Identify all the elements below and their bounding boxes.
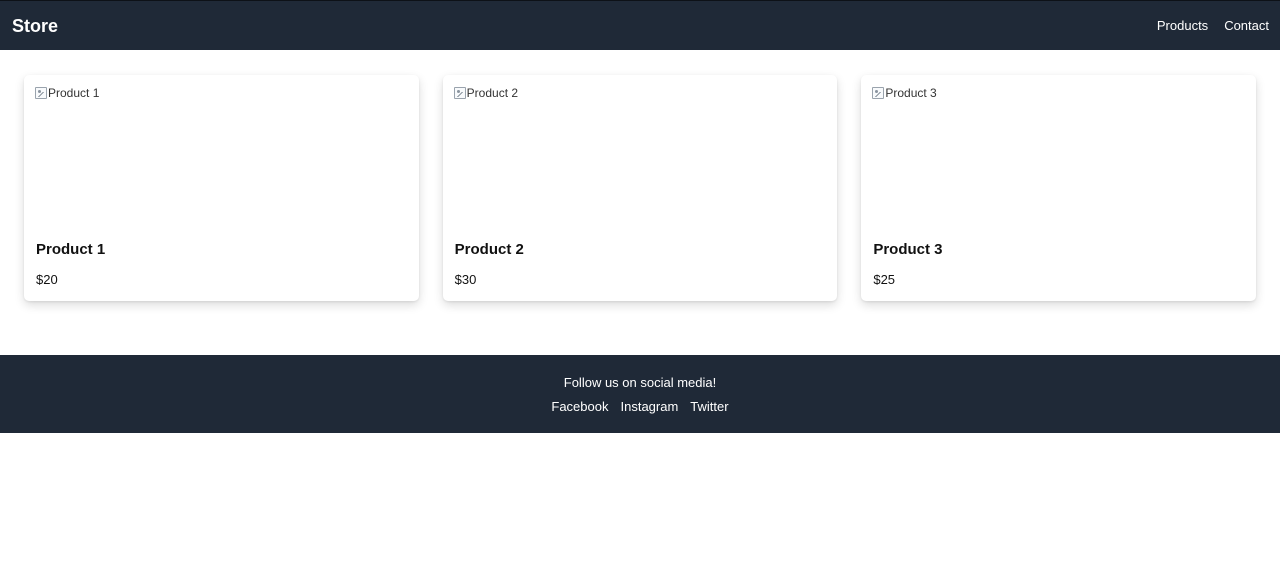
facebook-link[interactable]: Facebook <box>551 399 608 415</box>
site-footer: Follow us on social media! Facebook Inst… <box>0 355 1280 433</box>
product-card[interactable]: Product 1 Product 1 $20 <box>24 75 419 301</box>
social-links: Facebook Instagram Twitter <box>0 399 1280 415</box>
main-nav: Products Contact <box>1157 19 1269 32</box>
product-image-alt-text: Product 2 <box>466 86 519 100</box>
nav-products-link[interactable]: Products <box>1157 19 1208 32</box>
product-price: $25 <box>873 272 896 287</box>
store-logo[interactable]: Store <box>12 17 58 35</box>
product-image-placeholder[interactable]: Product 1 <box>35 86 408 216</box>
twitter-link[interactable]: Twitter <box>690 399 728 415</box>
product-title[interactable]: Product 2 <box>455 241 524 259</box>
site-header: Store Products Contact <box>0 1 1280 50</box>
broken-image-icon <box>453 87 466 99</box>
product-card[interactable]: Product 2 Product 2 $30 <box>442 75 838 301</box>
broken-image-icon <box>872 87 885 99</box>
footer-social-text: Follow us on social media! <box>563 375 717 390</box>
nav-contact-link[interactable]: Contact <box>1224 19 1269 32</box>
broken-image-icon <box>35 87 47 99</box>
product-image-placeholder[interactable]: Product 2 <box>453 86 827 216</box>
product-price: $30 <box>454 272 477 287</box>
product-image-alt-text: Product 1 <box>48 86 100 100</box>
product-title[interactable]: Product 3 <box>873 241 942 259</box>
product-card[interactable]: Product 3 Product 3 $25 <box>861 75 1257 301</box>
product-price: $20 <box>36 272 58 287</box>
instagram-link[interactable]: Instagram <box>620 399 678 415</box>
product-image-placeholder[interactable]: Product 3 <box>872 86 1245 216</box>
product-title[interactable]: Product 1 <box>36 241 105 259</box>
product-grid: Product 1 Product 1 $20 Product 2 Produc… <box>0 50 1280 301</box>
product-image-alt-text: Product 3 <box>885 86 937 100</box>
